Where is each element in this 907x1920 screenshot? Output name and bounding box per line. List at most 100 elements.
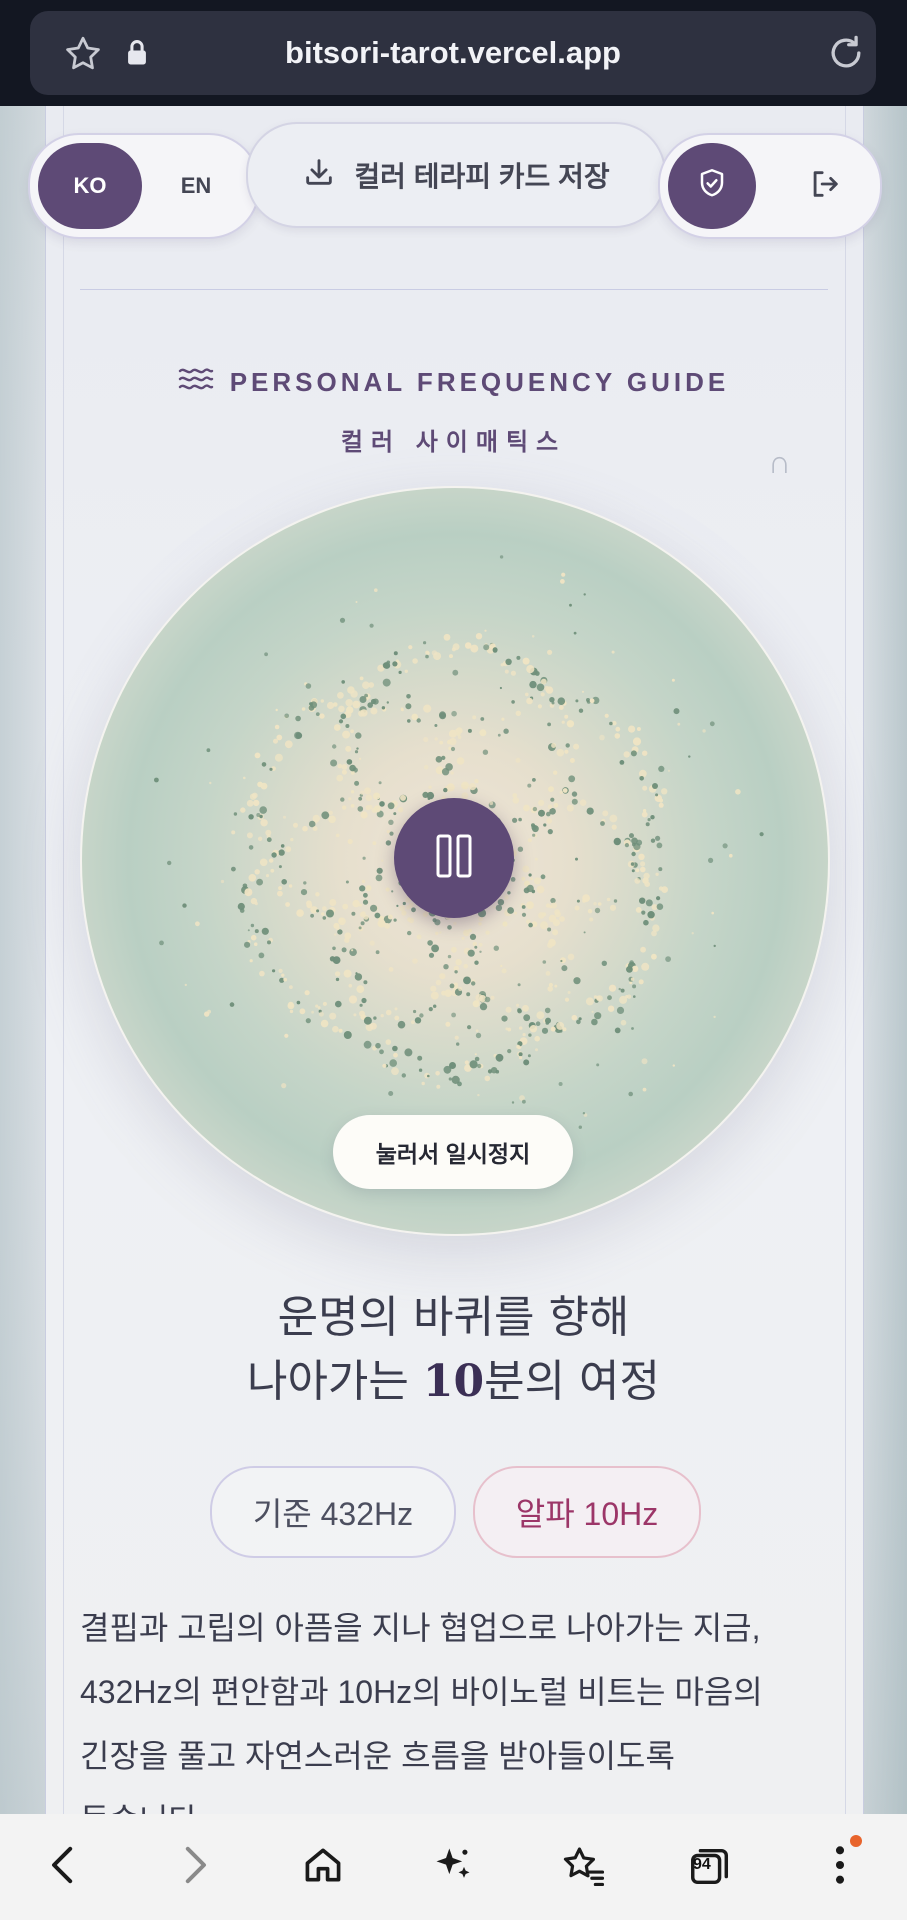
particle: [338, 719, 344, 724]
particle: [552, 929, 559, 936]
particle: [269, 858, 274, 863]
particle: [475, 994, 484, 1002]
particle: [602, 810, 609, 817]
particle: [339, 617, 346, 623]
forward-button[interactable]: [145, 1814, 245, 1920]
particle: [528, 1033, 532, 1037]
particle: [240, 807, 246, 813]
particle: [359, 885, 366, 892]
particle: [545, 971, 551, 976]
particle: [244, 888, 253, 897]
particle: [346, 706, 354, 714]
particle: [642, 1087, 647, 1092]
particle: [642, 809, 647, 813]
particle: [285, 846, 292, 853]
url-text[interactable]: bitsori-tarot.vercel.app: [30, 11, 876, 95]
particle: [358, 796, 363, 801]
bookmarks-button[interactable]: [533, 1814, 633, 1920]
particle: [467, 949, 475, 957]
particle: [571, 798, 578, 805]
back-button[interactable]: [13, 1814, 113, 1920]
particle: [647, 818, 651, 822]
particle: [355, 601, 358, 603]
particle: [504, 669, 509, 674]
page-viewport: KO EN 컬러 테라피 카드 저장 PERSONAL FREQUENCY GU…: [0, 106, 907, 1814]
particle: [439, 740, 444, 745]
particle: [304, 990, 310, 996]
assistant-button[interactable]: [403, 1814, 503, 1920]
lang-ko-button[interactable]: KO: [38, 143, 142, 229]
particle: [511, 700, 515, 704]
particle: [516, 655, 521, 660]
particle: [382, 678, 391, 687]
particle: [375, 1042, 381, 1049]
particle: [501, 968, 507, 974]
particle: [531, 824, 537, 831]
particle: [630, 977, 635, 981]
particle: [369, 1022, 377, 1030]
particle: [341, 947, 347, 953]
particle: [601, 960, 607, 966]
particle: [471, 981, 476, 986]
particle: [571, 791, 578, 797]
particle: [374, 912, 381, 919]
particle: [561, 720, 565, 724]
session-headline: 운명의 바퀴를 향해 나아가는 10분의 여정: [0, 1286, 907, 1414]
pause-hint[interactable]: 눌러서 일시정지: [333, 1115, 573, 1189]
particle: [477, 1063, 482, 1069]
particle: [427, 797, 431, 800]
particle: [373, 792, 381, 800]
tabs-button[interactable]: 94: [660, 1814, 760, 1920]
particle: [312, 826, 318, 832]
particle: [547, 927, 552, 932]
home-button[interactable]: [273, 1814, 373, 1920]
more-button[interactable]: [790, 1814, 890, 1920]
particle: [677, 722, 681, 726]
particle: [369, 623, 374, 628]
shield-button[interactable]: [668, 143, 756, 229]
particle: [342, 730, 351, 739]
particle: [455, 959, 462, 966]
tabs-icon: 94: [687, 1844, 733, 1890]
particle: [566, 804, 574, 812]
address-bar[interactable]: bitsori-tarot.vercel.app: [30, 11, 876, 95]
particle: [600, 821, 605, 826]
logout-button[interactable]: [782, 143, 868, 229]
particle: [507, 907, 514, 914]
particle: [575, 699, 579, 703]
particle: [278, 886, 283, 891]
particle: [656, 903, 664, 910]
particle: [532, 806, 538, 812]
particle: [564, 997, 570, 1002]
particle: [296, 1000, 301, 1005]
particle: [564, 749, 569, 754]
pause-button[interactable]: [394, 798, 514, 918]
particle: [398, 670, 402, 674]
particle: [587, 909, 593, 914]
lang-en-button[interactable]: EN: [152, 143, 240, 229]
particle: [472, 715, 477, 720]
reload-icon[interactable]: [824, 31, 868, 80]
save-card-button[interactable]: 컬러 테라피 카드 저장: [246, 122, 666, 228]
particle: [277, 890, 283, 897]
particle: [336, 774, 344, 782]
particle: [353, 1013, 357, 1017]
particle: [204, 1011, 210, 1017]
particle: [231, 830, 236, 835]
particle: [583, 931, 586, 934]
particle: [363, 980, 368, 985]
headline-pre: 나아가는: [246, 1356, 423, 1407]
particle: [293, 822, 298, 828]
particle: [532, 833, 536, 837]
particle: [407, 719, 411, 723]
particle: [400, 707, 404, 711]
particle: [639, 776, 644, 781]
particle: [571, 1014, 578, 1021]
particle: [672, 1064, 675, 1067]
particle: [626, 966, 633, 973]
particle: [387, 914, 393, 920]
particle: [467, 1025, 472, 1030]
particle: [529, 680, 537, 689]
particle: [503, 728, 509, 734]
particle: [419, 1013, 424, 1018]
